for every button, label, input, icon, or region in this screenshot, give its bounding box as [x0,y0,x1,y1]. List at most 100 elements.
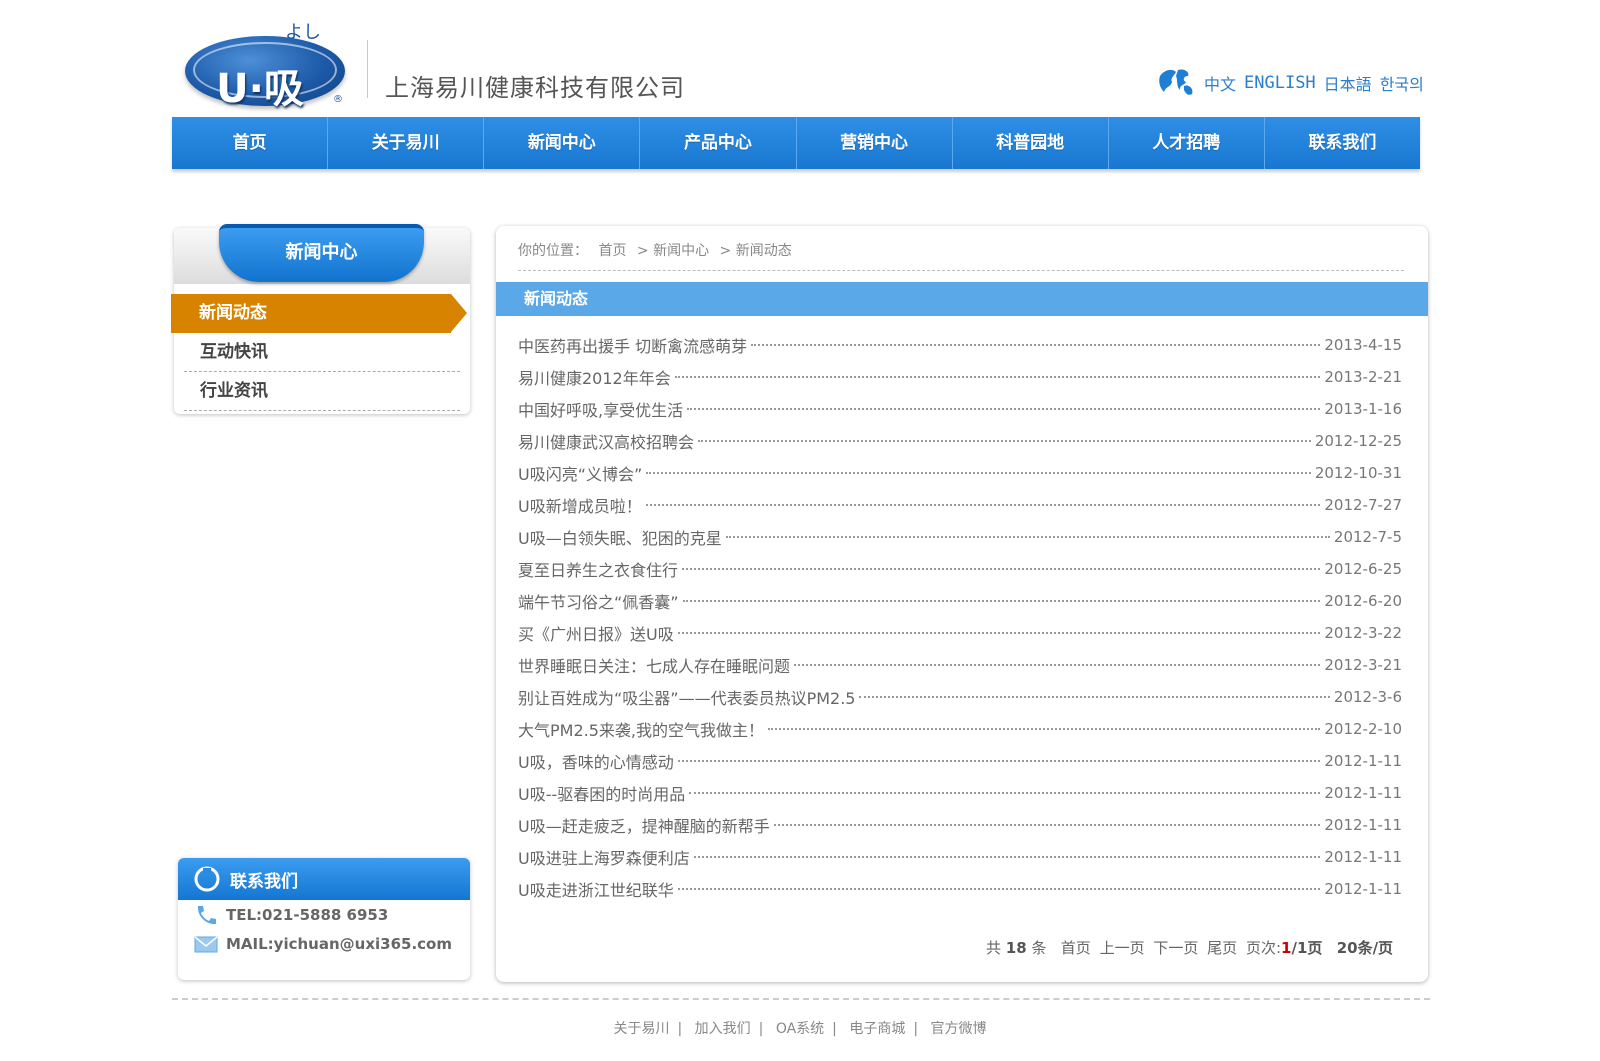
dotted-leader [677,888,1321,890]
list-item[interactable]: 夏至日养生之衣食住行 2012-6-25 [518,553,1402,585]
news-title-link[interactable]: 中医药再出援手 切断禽流感萌芽 [518,333,747,357]
registered-mark: ® [333,94,343,105]
news-title-link[interactable]: 易川健康武汉高校招聘会 [518,429,694,453]
news-date: 2012-7-27 [1324,496,1402,514]
news-date: 2012-2-10 [1324,720,1402,738]
pager-per-page: 20条/页 [1336,939,1394,957]
list-item[interactable]: 易川健康2012年年会 2013-2-21 [518,361,1402,393]
contact-mail-text: MAIL:yichuan@uxi365.com [226,934,452,953]
contact-box: 联系我们 TEL:021-5888 6953 MAIL:yichuan@uxi3… [178,858,470,980]
logo-text: U·吸 [216,66,304,112]
news-title-link[interactable]: 易川健康2012年年会 [518,365,671,389]
sidebar-title: 新闻中心 [285,242,358,263]
nav-item-about[interactable]: 关于易川 [328,117,485,169]
news-title-link[interactable]: U吸闪亮“义博会” [518,461,642,485]
news-title-link[interactable]: U吸--驱春困的时尚用品 [518,781,685,805]
section-header: 新闻动态 [496,282,1428,316]
dotted-leader [725,536,1330,538]
handset-circle-icon [194,866,220,892]
footer-link-shop[interactable]: 电子商城 [849,1021,905,1037]
contact-mail: MAIL:yichuan@uxi365.com [178,929,470,958]
news-title-link[interactable]: 端午节习俗之“佩香囊” [518,589,679,613]
pager-total-prefix: 共 [986,939,1002,957]
lang-chinese-link[interactable]: 中文 [1204,71,1236,95]
breadcrumb-news-updates[interactable]: > 新闻动态 [720,243,792,259]
news-title-link[interactable]: 大气PM2.5来袭,我的空气我做主！ [518,717,764,741]
breadcrumb-news-center[interactable]: > 新闻中心 [637,243,709,259]
sidebar-item-news-updates[interactable]: 新闻动态 [171,294,467,333]
main-nav: 首页 关于易川 新闻中心 产品中心 营销中心 科普园地 人才招聘 联系我们 [172,117,1420,169]
list-item[interactable]: 大气PM2.5来袭,我的空气我做主！ 2012-2-10 [518,713,1402,745]
news-date: 2012-6-20 [1324,592,1402,610]
pager-total-pages: /1页 [1291,939,1323,957]
news-title-link[interactable]: 中国好呼吸,享受优生活 [518,397,683,421]
nav-item-home[interactable]: 首页 [172,117,329,169]
news-date: 2012-3-21 [1324,656,1402,674]
list-item[interactable]: U吸--驱春困的时尚用品 2012-1-11 [518,777,1402,809]
nav-item-marketing[interactable]: 营销中心 [797,117,953,169]
breadcrumb-home[interactable]: 首页 [598,243,626,259]
logo[interactable]: よし U·吸 ® [185,18,345,112]
sidebar-item-industry-news[interactable]: 行业资讯 [184,372,460,411]
dotted-leader [677,760,1321,762]
dotted-leader [698,440,1311,442]
list-item[interactable]: 中医药再出援手 切断禽流感萌芽 2013-4-15 [518,329,1402,361]
pager-prev-link[interactable]: 上一页 [1100,939,1145,957]
list-item[interactable]: 端午节习俗之“佩香囊” 2012-6-20 [518,585,1402,617]
news-title-link[interactable]: 别让百姓成为“吸尘器”——代表委员热议PM2.5 [518,685,855,709]
news-date: 2012-6-25 [1324,560,1402,578]
list-item[interactable]: U吸新增成员啦！ 2012-7-27 [518,489,1402,521]
footer-link-about[interactable]: 关于易川 [613,1021,669,1037]
pager-first-link[interactable]: 首页 [1061,939,1091,957]
lang-japanese-link[interactable]: 日本語 [1324,71,1372,95]
dotted-leader [682,600,1321,602]
dotted-leader [751,344,1321,346]
footer-link-join[interactable]: 加入我们 [695,1021,751,1037]
news-title-link[interactable]: 夏至日养生之衣食住行 [518,557,678,581]
news-title-link[interactable]: 世界睡眠日关注：七成人存在睡眠问题 [518,653,790,677]
dotted-leader [645,504,1321,506]
list-item[interactable]: 买《广州日报》送U吸 2012-3-22 [518,617,1402,649]
list-item[interactable]: 易川健康武汉高校招聘会 2012-12-25 [518,425,1402,457]
nav-item-careers[interactable]: 人才招聘 [1109,117,1265,169]
list-item[interactable]: U吸闪亮“义博会” 2012-10-31 [518,457,1402,489]
news-title-link[interactable]: U吸，香味的心情感动 [518,749,674,773]
list-item[interactable]: 中国好呼吸,享受优生活 2013-1-16 [518,393,1402,425]
list-item[interactable]: U吸进驻上海罗森便利店 2012-1-11 [518,841,1402,873]
breadcrumb: 你的位置： 首页 > 新闻中心 > 新闻动态 [518,240,798,260]
sidebar-list: 新闻动态 互动快讯 行业资讯 [171,294,470,411]
news-date: 2012-1-11 [1324,880,1402,898]
sidebar-item-interactive-news[interactable]: 互动快讯 [184,333,460,372]
nav-item-news[interactable]: 新闻中心 [484,117,641,169]
lang-english-link[interactable]: ENGLISH [1244,73,1316,93]
pager-current-page: 1 [1281,939,1292,957]
news-title-link[interactable]: U吸—白领失眠、犯困的克星 [518,525,722,549]
contact-tel: TEL:021-5888 6953 [178,900,470,929]
news-title-link[interactable]: U吸新增成员啦！ [518,493,642,517]
dotted-leader [768,728,1321,730]
news-title-link[interactable]: 买《广州日报》送U吸 [518,621,674,645]
news-title-link[interactable]: U吸—赶走疲乏，提神醒脑的新帮手 [518,813,770,837]
nav-item-contact[interactable]: 联系我们 [1265,117,1420,169]
footer-link-oa[interactable]: OA系统 [776,1021,824,1037]
pager-next-link[interactable]: 下一页 [1153,939,1198,957]
list-item[interactable]: U吸—白领失眠、犯困的克星 2012-7-5 [518,521,1402,553]
list-item[interactable]: 别让百姓成为“吸尘器”——代表委员热议PM2.5 2012-3-6 [518,681,1402,713]
list-item[interactable]: U吸，香味的心情感动 2012-1-11 [518,745,1402,777]
pager-last-link[interactable]: 尾页 [1207,939,1237,957]
list-item[interactable]: 世界睡眠日关注：七成人存在睡眠问题 2012-3-21 [518,649,1402,681]
list-item[interactable]: U吸走进浙江世纪联华 2012-1-11 [518,873,1402,905]
footer-link-weibo[interactable]: 官方微博 [931,1021,987,1037]
dotted-leader [682,568,1321,570]
pager-total-suffix: 条 [1031,939,1047,957]
list-item[interactable]: U吸—赶走疲乏，提神醒脑的新帮手 2012-1-11 [518,809,1402,841]
mail-icon [194,935,218,952]
nav-item-science[interactable]: 科普园地 [953,117,1109,169]
news-title-link[interactable]: U吸走进浙江世纪联华 [518,877,674,901]
news-date: 2013-2-21 [1324,368,1402,386]
dotted-leader [689,792,1321,794]
lang-korean-link[interactable]: 한국의 [1380,71,1424,95]
contact-tel-text: TEL:021-5888 6953 [226,905,389,924]
nav-item-products[interactable]: 产品中心 [640,117,797,169]
news-title-link[interactable]: U吸进驻上海罗森便利店 [518,845,690,869]
